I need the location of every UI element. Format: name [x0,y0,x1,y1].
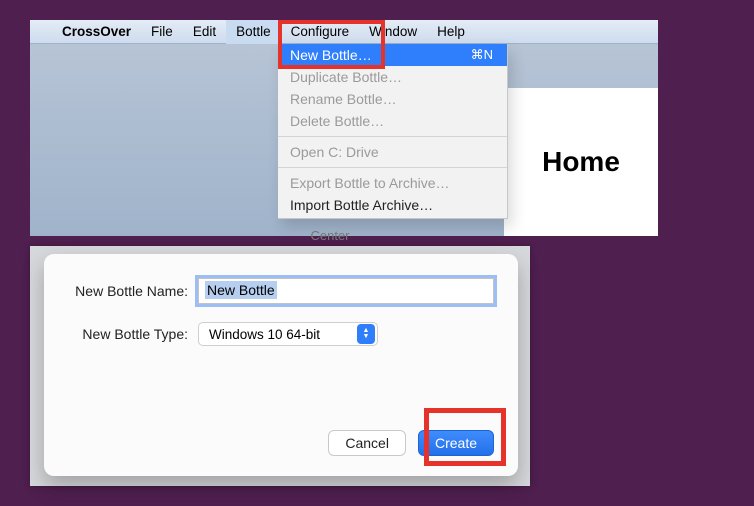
bottle-type-value: Windows 10 64-bit [209,327,355,342]
menu-item-label: Export Bottle to Archive… [290,175,450,191]
create-button-label: Create [435,435,477,451]
bottle-name-input[interactable]: New Bottle [198,278,494,304]
menu-separator [278,136,507,137]
menu-separator [278,167,507,168]
menu-item-label: Open C: Drive [290,144,379,160]
home-panel: Home [504,88,658,236]
row-bottle-type: New Bottle Type: Windows 10 64-bit ▲▼ [68,322,494,346]
menu-help[interactable]: Help [427,20,475,44]
menu-window[interactable]: Window [359,20,427,44]
menu-item-rename-bottle: Rename Bottle… [278,88,507,110]
menu-item-label: New Bottle… [290,47,372,63]
menu-item-label: Rename Bottle… [290,91,397,107]
label-bottle-name: New Bottle Name: [68,283,198,299]
bottle-dropdown: New Bottle… ⌘N Duplicate Bottle… Rename … [278,44,508,219]
menu-bar: CrossOver File Edit Bottle Configure Win… [30,20,658,44]
new-bottle-dialog: New Bottle Name: New Bottle New Bottle T… [44,254,518,476]
menu-configure[interactable]: Configure [281,20,360,44]
chevron-updown-icon: ▲▼ [357,324,375,344]
label-bottle-type: New Bottle Type: [68,326,198,342]
menu-item-label: Duplicate Bottle… [290,69,402,85]
create-button[interactable]: Create [418,430,494,456]
menu-item-label: Delete Bottle… [290,113,384,129]
menu-item-duplicate-bottle: Duplicate Bottle… [278,66,507,88]
dialog-button-row: Cancel Create [328,430,494,456]
app-window-top: CrossOver File Edit Bottle Configure Win… [30,20,658,236]
menu-item-delete-bottle: Delete Bottle… [278,110,507,132]
menu-item-open-c-drive: Open C: Drive [278,141,507,163]
home-title: Home [542,146,620,178]
menu-file[interactable]: File [141,20,183,44]
menu-item-label: Import Bottle Archive… [290,197,433,213]
row-bottle-name: New Bottle Name: New Bottle [68,278,494,304]
menu-item-import-bottle[interactable]: Import Bottle Archive… [278,194,507,216]
cancel-button-label: Cancel [345,435,389,451]
bottle-type-select[interactable]: Windows 10 64-bit ▲▼ [198,322,378,346]
cancel-button[interactable]: Cancel [328,430,406,456]
bottle-name-value: New Bottle [205,281,277,299]
app-name[interactable]: CrossOver [52,24,141,39]
menu-bottle[interactable]: Bottle [226,20,281,44]
menu-edit[interactable]: Edit [183,20,226,44]
menu-item-shortcut: ⌘N [471,47,493,63]
menu-item-new-bottle[interactable]: New Bottle… ⌘N [278,44,507,66]
partial-text-center: Center [270,228,390,238]
menu-item-export-bottle: Export Bottle to Archive… [278,172,507,194]
